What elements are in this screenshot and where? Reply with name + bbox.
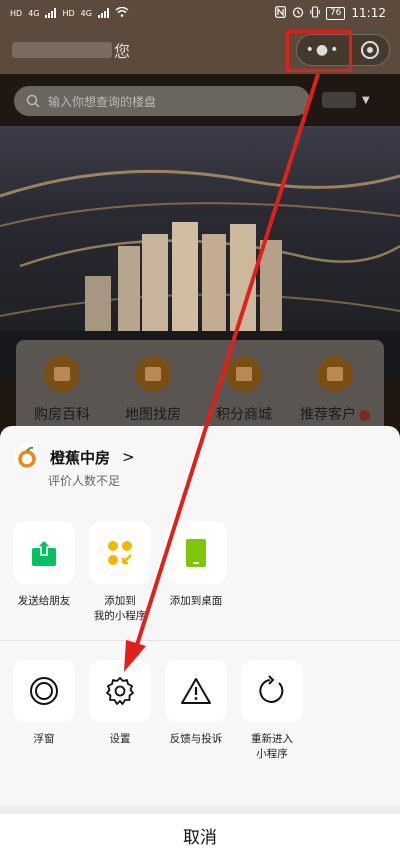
hd-label-2: HD (62, 8, 75, 18)
close-mini-program-button[interactable] (350, 41, 389, 59)
category-points-mall[interactable]: 积分商城 (204, 356, 284, 424)
city-skyline-image (0, 169, 400, 376)
alarm-icon (292, 6, 304, 21)
category-buying-guide[interactable]: 购房百科 (22, 356, 102, 424)
action-label: 添加到桌面 (169, 595, 223, 607)
action-tile (241, 660, 303, 722)
map-icon (135, 356, 171, 392)
action-tile (165, 660, 227, 722)
add-to-my-mini-program-action[interactable]: 添加到 我的小程序 (82, 522, 158, 624)
settings-action[interactable]: 设置 (82, 660, 158, 747)
category-map-search[interactable]: 地图找房 (113, 356, 193, 424)
category-card: 购房百科 地图找房 积分商城 推荐客户 (16, 340, 384, 440)
user-icon (317, 356, 353, 392)
action-tile (165, 522, 227, 584)
network-label: 4G (28, 8, 40, 18)
action-label: 设置 (109, 733, 131, 745)
reward-badge-icon (359, 409, 370, 421)
city-selector[interactable]: ▼ (322, 92, 370, 108)
feedback-action[interactable]: 反馈与投诉 (158, 660, 234, 747)
category-label: 积分商城 (216, 407, 272, 423)
action-tile (13, 660, 75, 722)
search-icon (26, 94, 40, 108)
status-bar: HD 4G HD 4G 76 11:12 (0, 0, 400, 26)
category-label: 推荐客户 (295, 404, 375, 424)
feedback-warning-icon (181, 678, 211, 704)
cancel-button[interactable]: 取消 (0, 814, 400, 868)
reload-icon (259, 675, 284, 703)
floating-window-action[interactable]: 浮窗 (6, 660, 82, 747)
action-label: 浮窗 (33, 733, 55, 745)
network-label-2: 4G (80, 8, 92, 18)
signal-icon-2 (97, 8, 109, 18)
search-placeholder: 输入你想查询的楼盘 (48, 94, 157, 109)
action-tile (13, 522, 75, 584)
book-icon (44, 356, 80, 392)
blurred-greeting (12, 42, 112, 58)
action-sheet: 橙蕉中房 > 评价人数不足 发送给朋友 添加到 我的小程序 添加到桌面 浮窗 设… (0, 426, 400, 868)
settings-gear-icon (106, 677, 134, 705)
chevron-right-icon: > (122, 448, 135, 466)
share-icon (32, 538, 56, 566)
nfc-icon (275, 5, 286, 21)
chevron-down-icon: ▼ (362, 94, 370, 106)
shop-icon (226, 356, 262, 392)
add-to-desktop-action[interactable]: 添加到桌面 (158, 522, 234, 609)
category-label: 地图找房 (125, 407, 181, 423)
add-to-mini-program-icon (108, 541, 132, 565)
add-to-desktop-icon (186, 539, 206, 567)
category-label: 购房百科 (34, 407, 90, 423)
action-label: 反馈与投诉 (169, 733, 223, 745)
action-tile (89, 660, 151, 722)
send-to-friend-action[interactable]: 发送给朋友 (6, 522, 82, 609)
nav-title: 您 (114, 42, 131, 61)
signal-icon (45, 8, 57, 18)
app-logo-icon (14, 444, 40, 470)
row-divider (0, 640, 400, 641)
blurred-city-name (322, 92, 356, 108)
rating-text: 评价人数不足 (48, 474, 121, 488)
banner-image[interactable] (0, 126, 400, 376)
action-label: 添加到 我的小程序 (93, 595, 147, 622)
reenter-mini-program-action[interactable]: 重新进入 小程序 (234, 660, 310, 762)
vibrate-icon (310, 5, 320, 21)
search-input[interactable]: 输入你想查询的楼盘 (14, 86, 310, 116)
battery-indicator: 76 (325, 6, 346, 20)
clock: 11:12 (351, 6, 386, 20)
status-right: 76 11:12 (275, 5, 386, 21)
close-circle-icon (360, 41, 379, 59)
action-label: 重新进入 小程序 (251, 733, 293, 760)
mini-program-info[interactable]: 橙蕉中房 > (14, 444, 135, 470)
category-refer-client[interactable]: 推荐客户 (295, 356, 375, 424)
annotation-highlight-box (286, 30, 352, 72)
wifi-icon (115, 6, 129, 19)
floating-window-icon (30, 677, 58, 705)
action-label: 发送给朋友 (17, 595, 71, 607)
app-name: 橙蕉中房 (50, 448, 111, 467)
status-left: HD 4G HD 4G (10, 6, 129, 19)
hd-label: HD (10, 8, 23, 18)
action-tile (89, 522, 151, 584)
cancel-separator (0, 806, 400, 814)
